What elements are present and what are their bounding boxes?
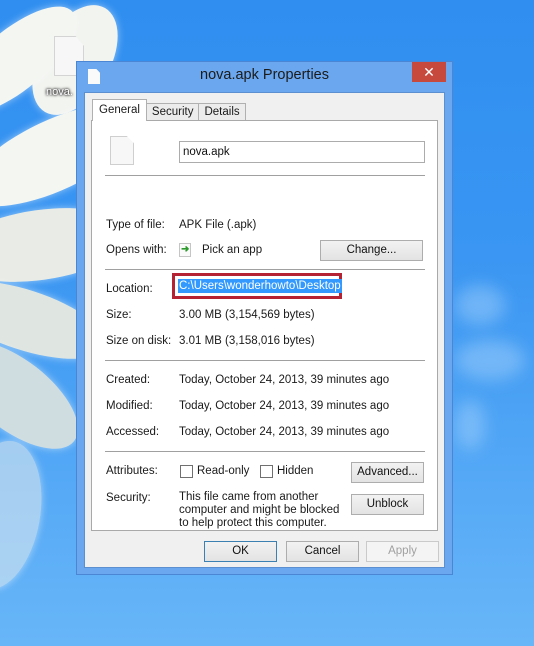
advanced-button[interactable]: Advanced... bbox=[351, 462, 424, 483]
tab-general[interactable]: General bbox=[92, 99, 147, 121]
desktop-icon-label: nova. bbox=[46, 86, 73, 98]
cancel-button[interactable]: Cancel bbox=[286, 541, 359, 562]
unblock-button[interactable]: Unblock bbox=[351, 494, 424, 515]
read-only-label[interactable]: Read-only bbox=[197, 465, 249, 477]
opens-with-label: Opens with: bbox=[106, 244, 167, 256]
size-label: Size: bbox=[106, 309, 132, 321]
created-label: Created: bbox=[106, 374, 151, 386]
tab-details[interactable]: Details bbox=[198, 103, 246, 121]
location-label: Location: bbox=[106, 283, 153, 295]
close-button[interactable]: ✕ bbox=[412, 62, 446, 82]
location-highlight-box: C:\Users\wonderhowto\Desktop bbox=[172, 273, 342, 299]
accessed-value: Today, October 24, 2013, 39 minutes ago bbox=[179, 426, 390, 438]
type-of-file-label: Type of file: bbox=[106, 219, 165, 231]
read-only-checkbox[interactable] bbox=[180, 465, 193, 478]
general-panel: Type of file: APK File (.apk) Opens with… bbox=[91, 120, 438, 531]
security-message: This file came from another computer and… bbox=[179, 491, 340, 529]
attributes-label: Attributes: bbox=[106, 465, 158, 477]
divider bbox=[105, 269, 425, 270]
opens-with-value: Pick an app bbox=[202, 244, 263, 256]
tab-security[interactable]: Security bbox=[145, 103, 200, 121]
accessed-label: Accessed: bbox=[106, 426, 160, 438]
window-title: nova.apk Properties bbox=[200, 67, 329, 83]
tab-bar: General Security Details bbox=[92, 99, 246, 121]
hidden-checkbox[interactable] bbox=[260, 465, 273, 478]
location-value[interactable]: C:\Users\wonderhowto\Desktop bbox=[178, 279, 342, 293]
type-of-file-value: APK File (.apk) bbox=[179, 219, 257, 231]
apply-button[interactable]: Apply bbox=[366, 541, 439, 562]
properties-window: nova.apk Properties ✕ General Security D… bbox=[76, 61, 453, 575]
title-bar[interactable]: nova.apk Properties ✕ bbox=[77, 62, 452, 92]
file-name-input[interactable] bbox=[179, 141, 425, 163]
created-value: Today, October 24, 2013, 39 minutes ago bbox=[179, 374, 390, 386]
pick-app-icon: ➜ bbox=[179, 243, 191, 257]
hidden-label[interactable]: Hidden bbox=[277, 465, 313, 477]
modified-label: Modified: bbox=[106, 400, 153, 412]
size-value: 3.00 MB (3,154,569 bytes) bbox=[179, 309, 315, 321]
ok-button[interactable]: OK bbox=[204, 541, 277, 562]
file-type-icon bbox=[110, 136, 134, 165]
size-on-disk-value: 3.01 MB (3,158,016 bytes) bbox=[179, 335, 315, 347]
divider bbox=[105, 360, 425, 361]
dialog-client: General Security Details Type of file: A… bbox=[84, 92, 445, 568]
divider bbox=[105, 175, 425, 176]
modified-value: Today, October 24, 2013, 39 minutes ago bbox=[179, 400, 390, 412]
size-on-disk-label: Size on disk: bbox=[106, 335, 172, 347]
change-button[interactable]: Change... bbox=[320, 240, 423, 261]
divider bbox=[105, 451, 425, 452]
security-label: Security: bbox=[106, 492, 151, 504]
